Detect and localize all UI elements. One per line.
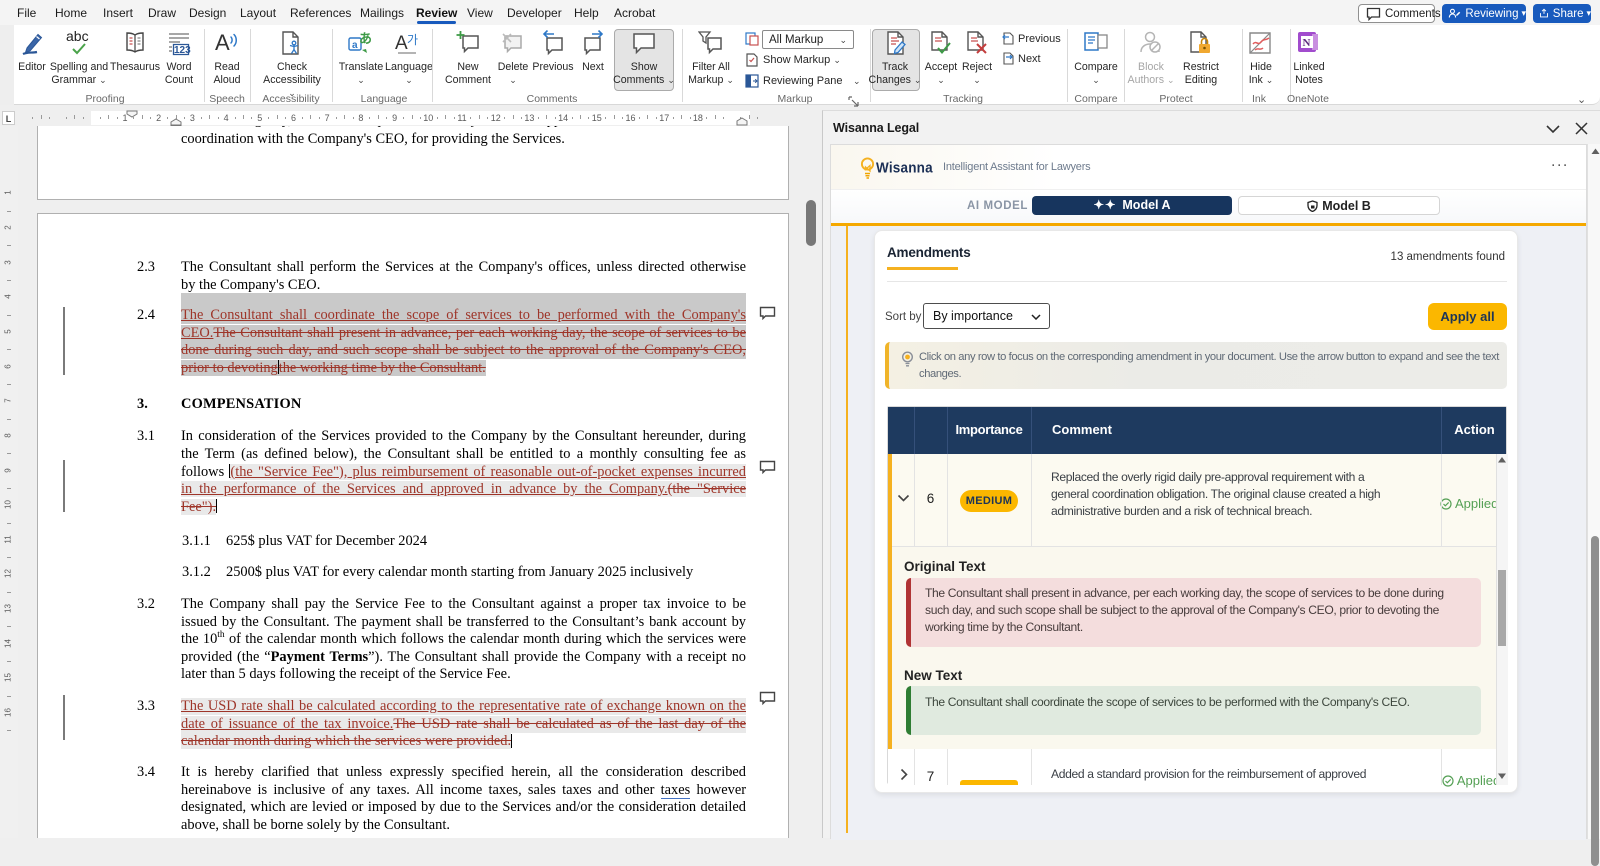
svg-text:A: A (215, 30, 230, 55)
svg-text:abc: abc (66, 30, 89, 44)
svg-text:あ: あ (359, 31, 372, 46)
svg-text:가: 가 (407, 33, 418, 47)
svg-text:a: a (352, 40, 358, 51)
svg-text:N: N (1303, 37, 1311, 49)
